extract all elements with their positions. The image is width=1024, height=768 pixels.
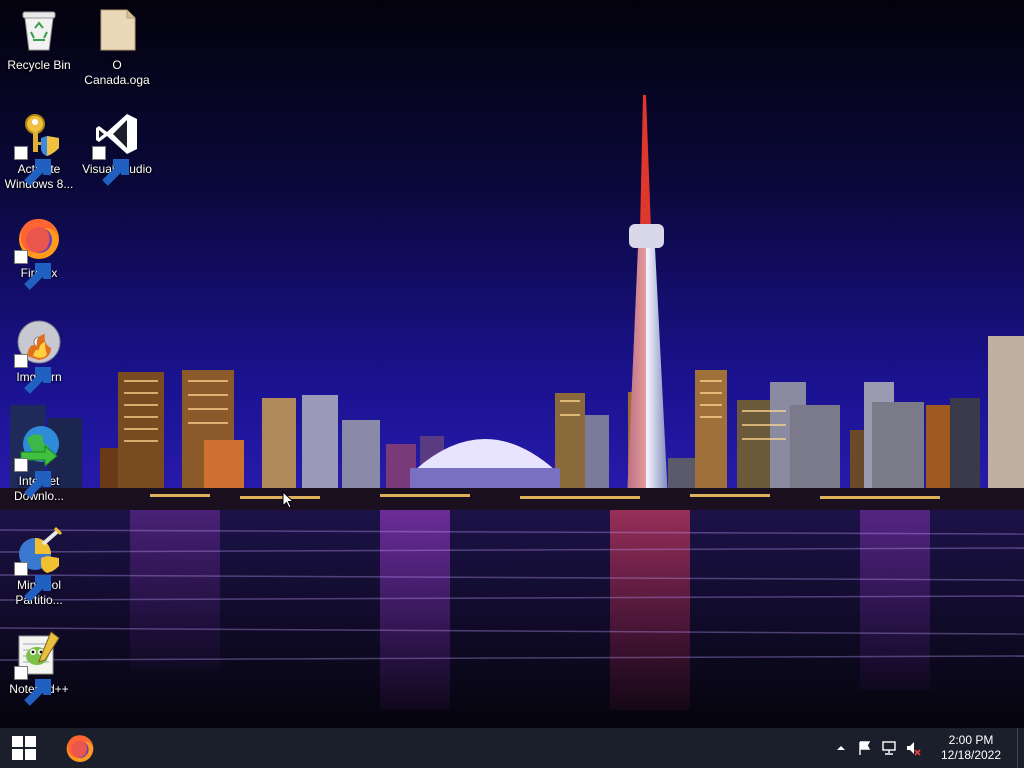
desktop-icon-imgburn[interactable]: ImgBurn <box>1 312 77 408</box>
clock-date: 12/18/2022 <box>940 748 1002 762</box>
desktop-icon-visual-studio[interactable]: Visual Studio <box>79 104 155 200</box>
desktop-icon-notepad-plus-plus[interactable]: Notepad++ <box>1 624 77 720</box>
desktop-icon-recycle-bin[interactable]: Recycle Bin <box>1 0 77 96</box>
taskbar-app-firefox[interactable] <box>56 728 104 768</box>
show-desktop-button[interactable] <box>1017 728 1024 768</box>
desktop-icon-label: O Canada.oga <box>84 58 150 87</box>
internet-download-manager-icon <box>14 422 63 498</box>
taskbar: 2:00 PM 12/18/2022 <box>0 728 1024 768</box>
shortcut-arrow-icon <box>14 458 51 498</box>
desktop-icon-minitool-partition[interactable]: MiniTool Partitio... <box>1 520 77 616</box>
desktop-icon-o-canada-oga[interactable]: O Canada.oga <box>79 0 155 96</box>
desktop-icon-firefox[interactable]: Firefox <box>1 208 77 304</box>
notepad-plus-plus-icon <box>14 630 63 706</box>
volume-muted-icon <box>907 742 921 756</box>
clock-time: 2:00 PM <box>948 733 994 747</box>
action-center-button[interactable] <box>853 728 877 768</box>
system-tray: 2:00 PM 12/18/2022 <box>829 728 1024 768</box>
desktop-icon-activate-windows[interactable]: Activate Windows 8... <box>1 104 77 200</box>
network-icon <box>882 741 896 755</box>
network-button[interactable] <box>877 728 901 768</box>
key-shield-icon <box>14 110 63 186</box>
firefox-icon <box>66 735 94 762</box>
partition-wizard-icon <box>14 526 63 602</box>
chevron-up-icon <box>837 746 845 750</box>
desktop-icon-label: Recycle Bin <box>7 58 71 72</box>
flag-icon <box>859 741 871 755</box>
shortcut-arrow-icon <box>14 562 51 602</box>
shortcut-arrow-icon <box>14 354 51 394</box>
shortcut-arrow-icon <box>14 146 51 186</box>
shortcut-arrow-icon <box>14 250 51 290</box>
windows-start-icon <box>12 736 36 760</box>
mouse-cursor-icon <box>282 491 294 509</box>
visual-studio-icon <box>92 110 141 186</box>
show-hidden-icons-button[interactable] <box>829 728 853 768</box>
taskbar-clock[interactable]: 2:00 PM 12/18/2022 <box>931 728 1011 768</box>
disc-burn-icon <box>14 318 63 394</box>
volume-button[interactable] <box>901 728 925 768</box>
shortcut-arrow-icon <box>92 146 129 186</box>
recycle-bin-icon <box>15 6 63 54</box>
desktop-icon-internet-download-manager[interactable]: Internet Downlo... <box>1 416 77 512</box>
shortcut-arrow-icon <box>14 666 51 706</box>
audio-file-icon <box>93 6 141 54</box>
firefox-icon <box>14 214 63 290</box>
start-button[interactable] <box>0 728 48 768</box>
